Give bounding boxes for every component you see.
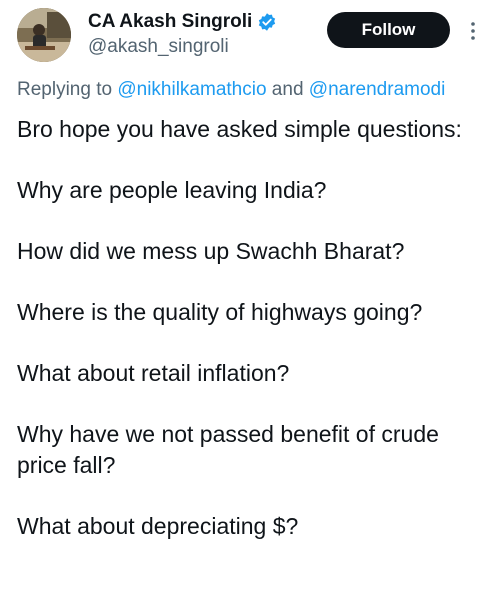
- reply-context-prefix: Replying to: [17, 79, 118, 100]
- tweet-paragraph: How did we mess up Swachh Bharat?: [17, 238, 405, 264]
- reply-context-connector: and: [266, 79, 309, 100]
- author-name-row: CA Akash Singroli: [88, 9, 277, 35]
- follow-button[interactable]: Follow: [327, 12, 450, 48]
- tweet-paragraph: Bro hope you have asked simple questions…: [17, 116, 462, 142]
- author-info[interactable]: CA Akash Singroli @akash_singroli: [88, 9, 277, 58]
- more-vertical-icon[interactable]: [463, 17, 483, 45]
- tweet-text: Bro hope you have asked simple questions…: [17, 114, 487, 572]
- tweet-paragraph: Where is the quality of highways going?: [17, 299, 423, 325]
- avatar-image: [17, 8, 71, 62]
- verified-badge-icon: [257, 12, 277, 32]
- author-handle[interactable]: @akash_singroli: [88, 36, 277, 58]
- tweet-paragraph: What about depreciating $?: [17, 513, 299, 539]
- mention-link-1[interactable]: @nikhilkamathcio: [117, 79, 266, 100]
- mention-link-2[interactable]: @narendramodi: [309, 79, 446, 100]
- tweet-paragraph: Why are people leaving India?: [17, 177, 327, 203]
- tweet-header: CA Akash Singroli @akash_singroli Follow: [0, 0, 500, 70]
- tweet: CA Akash Singroli @akash_singroli Follow…: [0, 0, 500, 600]
- avatar[interactable]: [17, 8, 71, 62]
- tweet-paragraph: Why have we not passed benefit of crude …: [17, 421, 439, 478]
- tweet-paragraph: What about retail inflation?: [17, 360, 290, 386]
- author-display-name[interactable]: CA Akash Singroli: [88, 11, 252, 33]
- reply-context: Replying to @nikhilkamathcio and @narend…: [17, 77, 500, 103]
